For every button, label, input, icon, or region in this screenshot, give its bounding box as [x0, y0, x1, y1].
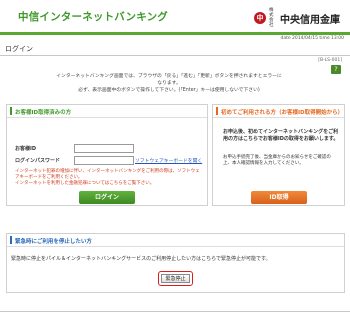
software-keyboard-link[interactable]: ソフトウェアキーボードを開く — [135, 157, 202, 164]
footer-divider — [0, 311, 350, 312]
emergency-panel-header: 緊急時にご利用を停止したい方 — [7, 234, 344, 247]
security-warning-1: インターネット犯罪の増加に伴い、インターネットバンキングをご利用の際は、ソフトウ… — [15, 169, 200, 180]
login-panel-header: お客様ID取得済みの方 — [7, 105, 207, 118]
emergency-panel-title: 緊急時にご利用を停止したい方 — [15, 239, 92, 245]
bank-logo-icon: 中 — [254, 12, 266, 24]
security-warning-2[interactable]: インターネットを利用した金融犯罪についてはこちらをご覧下さい。 — [15, 181, 201, 187]
first-time-panel: 初めてご利用される方（お客様ID取得開始から） お申込後、初めてインターネットバ… — [212, 104, 345, 206]
login-panel-title: お客様ID取得済みの方 — [15, 110, 72, 116]
emergency-text: 緊急時に停止をパイル＆インターネットバンキングサービスのご利用停止したい方はこち… — [11, 256, 271, 262]
emergency-stop-button[interactable]: 緊急停止 — [161, 274, 190, 283]
panel-accent-bar — [216, 107, 218, 115]
bank-logo-group: 中 株式会社 中央信用金庫 — [254, 8, 340, 28]
bank-name: 中央信用金庫 — [280, 14, 340, 26]
app-header: 中信インターネットバンキング 中 株式会社 中央信用金庫 — [0, 0, 350, 35]
first-time-text: お申込後、初めてインターネットバンキングをご利用の方はこちらでお客様IDの取得を… — [223, 129, 339, 142]
id-acquire-button[interactable]: ID取得 — [251, 191, 307, 204]
password-input[interactable] — [74, 156, 134, 165]
panel-accent-bar — [10, 107, 12, 115]
page-title-bar: ログイン — [0, 40, 350, 56]
panel-accent-bar — [10, 236, 12, 244]
emergency-stop-highlight: 緊急停止 — [158, 271, 193, 286]
customer-id-label: お客様ID — [15, 146, 37, 152]
brand-title: 中信インターネットバンキング — [18, 11, 169, 23]
first-time-subtext: お申込手続完了後、当金庫からのお知らせをご確認の上、本人確認情報を入力してくださ… — [223, 155, 331, 166]
login-button[interactable]: ログイン — [79, 191, 135, 204]
page-title: ログイン — [5, 45, 33, 53]
password-label: ログインパスワード — [15, 158, 61, 164]
screen-code: [B-LS-001] — [318, 58, 342, 63]
bank-corp-label: 株式会社 — [269, 8, 274, 28]
help-icon[interactable]: ? — [331, 65, 341, 74]
browser-notice: インターネットバンキング画面では、ブラウザの「戻る」「進む」「更新」ボタンを押さ… — [54, 73, 284, 94]
notice-line-2: 必ず、表示画面中のボタンで操作して下さい。(「Enter」キーは使用しないで下さ… — [78, 88, 260, 93]
notice-line-1: インターネットバンキング画面では、ブラウザの「戻る」「進む」「更新」ボタンを押さ… — [56, 74, 282, 86]
first-time-panel-header: 初めてご利用される方（お客様ID取得開始から） — [213, 105, 344, 118]
first-time-panel-title: 初めてご利用される方（お客様ID取得開始から） — [221, 110, 344, 116]
customer-id-input[interactable] — [74, 144, 134, 153]
login-panel: お客様ID取得済みの方 お客様ID ログインパスワード ソフトウェアキーボードを… — [6, 104, 208, 206]
